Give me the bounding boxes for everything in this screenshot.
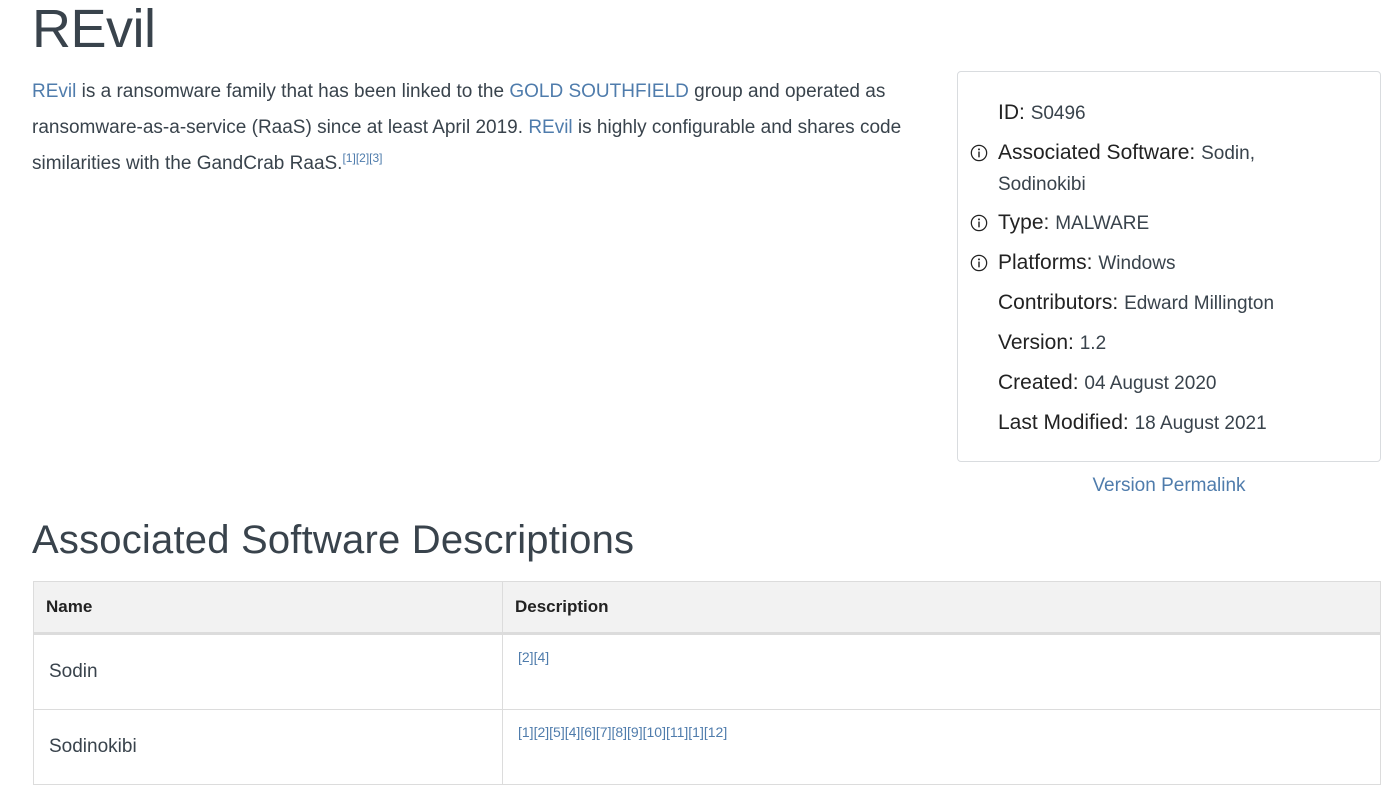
card-row-contributors: Contributors: Edward Millington — [998, 288, 1378, 319]
description-refs-cell: [1][2][5][4][6][7][8][9][10][11][1][12] — [502, 709, 1381, 785]
citation-ref[interactable]: [4] — [565, 724, 581, 740]
version-value: 1.2 — [1079, 333, 1107, 354]
version-label: Version: — [998, 331, 1074, 354]
card-row-last-modified: Last Modified: 18 August 2021 — [998, 408, 1378, 439]
info-circle-icon[interactable] — [970, 144, 988, 162]
card-row-associated-software: Associated Software: Sodin, Sodinokibi — [970, 138, 1378, 200]
created-value: 04 August 2020 — [1084, 373, 1217, 394]
citation-ref[interactable]: [4] — [534, 649, 550, 665]
citation-ref-1[interactable]: [1] — [342, 151, 355, 165]
permalink-container: Version Permalink — [957, 475, 1381, 497]
citation-ref[interactable]: [6] — [580, 724, 596, 740]
associated-software-heading: Associated Software Descriptions — [32, 518, 635, 562]
card-row-created: Created: 04 August 2020 — [998, 368, 1378, 399]
citation-ref[interactable]: [1] — [688, 724, 704, 740]
description-paragraph: REvil is a ransomware family that has be… — [32, 74, 922, 182]
assoc-label: Associated Software: — [998, 141, 1196, 164]
citation-ref[interactable]: [2] — [534, 724, 550, 740]
column-header-name[interactable]: Name — [33, 581, 503, 635]
modified-value: 18 August 2021 — [1134, 413, 1267, 434]
gold-southfield-link[interactable]: GOLD SOUTHFIELD — [509, 81, 688, 102]
created-label: Created: — [998, 371, 1079, 394]
citation-ref[interactable]: [5] — [549, 724, 565, 740]
modified-label: Last Modified: — [998, 411, 1129, 434]
software-name-cell: Sodin — [33, 633, 503, 710]
citation-ref[interactable]: [7] — [596, 724, 612, 740]
contributors-label: Contributors: — [998, 291, 1119, 314]
assoc-value-2: Sodinokibi — [998, 174, 1086, 195]
info-circle-icon[interactable] — [970, 214, 988, 232]
citation-ref[interactable]: [8] — [611, 724, 627, 740]
citation-ref-3[interactable]: [3] — [369, 151, 382, 165]
card-row-type: Type: MALWARE — [970, 208, 1378, 239]
card-row-id: ID: S0496 — [998, 98, 1378, 129]
table-header-row: Name Description — [33, 581, 1381, 635]
citation-ref[interactable]: [9] — [627, 724, 643, 740]
table-row: Sodinokibi [1][2][5][4][6][7][8][9][10][… — [33, 709, 1381, 785]
contributors-value: Edward Millington — [1124, 293, 1275, 314]
table-row: Sodin [2][4] — [33, 633, 1381, 710]
associated-software-table: Name Description Sodin [2][4] Sodinokibi… — [33, 581, 1381, 785]
type-value: MALWARE — [1055, 213, 1150, 234]
citation-ref[interactable]: [11] — [666, 724, 688, 740]
citation-ref-2[interactable]: [2] — [356, 151, 369, 165]
citation-ref[interactable]: [10] — [643, 724, 666, 740]
page-title: REvil — [32, 0, 156, 59]
type-label: Type: — [998, 211, 1050, 234]
software-name-cell: Sodinokibi — [33, 709, 503, 785]
citation-ref[interactable]: [2] — [518, 649, 534, 665]
citation-ref[interactable]: [12] — [704, 724, 727, 740]
revil-link[interactable]: REvil — [32, 81, 76, 102]
assoc-value: Sodin, — [1201, 143, 1255, 164]
card-row-version: Version: 1.2 — [998, 328, 1378, 359]
description-text-1: is a ransomware family that has been lin… — [76, 81, 510, 102]
description-refs-cell: [2][4] — [502, 633, 1381, 710]
info-circle-icon[interactable] — [970, 254, 988, 272]
platforms-value: Windows — [1098, 253, 1176, 274]
id-value: S0496 — [1030, 103, 1086, 124]
version-permalink-link[interactable]: Version Permalink — [1092, 475, 1245, 496]
id-label: ID: — [998, 101, 1025, 124]
citation-ref[interactable]: [1] — [518, 724, 534, 740]
card-row-platforms: Platforms: Windows — [970, 248, 1378, 279]
column-header-description[interactable]: Description — [502, 581, 1381, 635]
platforms-label: Platforms: — [998, 251, 1093, 274]
software-info-card: ID: S0496 Associated Software: Sodin, So… — [957, 71, 1381, 462]
revil-link-2[interactable]: REvil — [528, 117, 572, 138]
citation-refs: [1][2][3] — [342, 151, 382, 165]
